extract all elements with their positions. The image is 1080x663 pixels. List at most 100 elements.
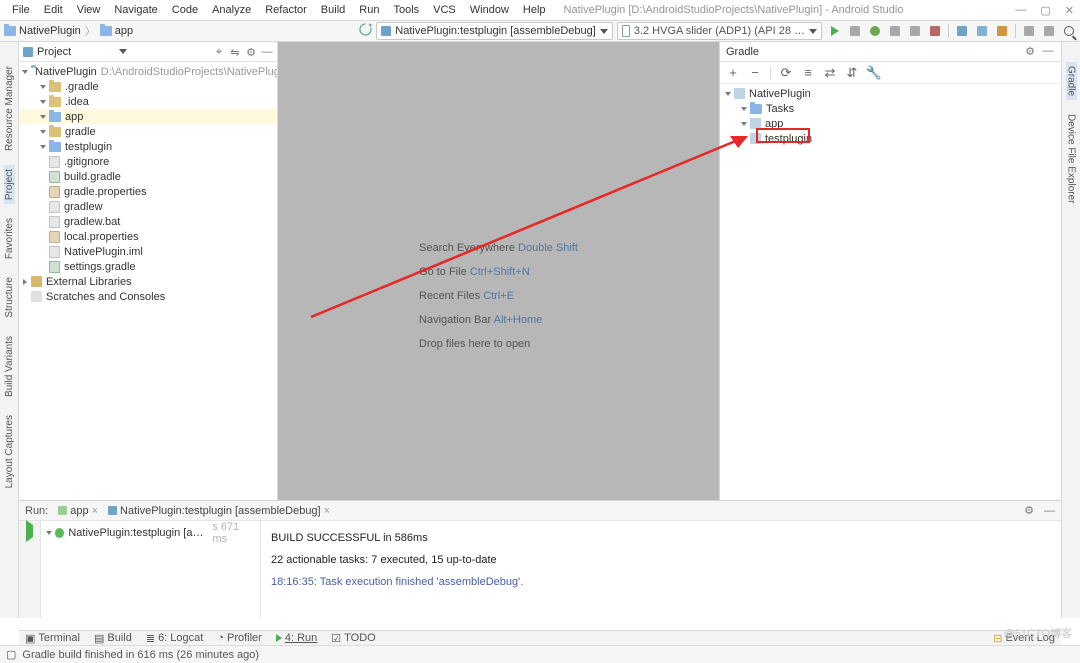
- tree-row[interactable]: gradlew.bat: [19, 214, 277, 229]
- chevron-down-icon[interactable]: [119, 49, 127, 54]
- hide-button[interactable]: —: [1044, 505, 1055, 517]
- tree-row[interactable]: .idea: [19, 94, 277, 109]
- expand-icon[interactable]: [46, 531, 52, 535]
- settings-button[interactable]: ⚙: [245, 46, 257, 58]
- gradle-tree-row[interactable]: app: [720, 116, 1061, 131]
- project-panel-title[interactable]: Project: [37, 46, 115, 58]
- settings-button[interactable]: ⚙: [1024, 504, 1034, 517]
- close-icon[interactable]: ×: [324, 505, 330, 517]
- rail-structure[interactable]: Structure: [4, 273, 15, 322]
- rail-favorites[interactable]: Favorites: [4, 214, 15, 263]
- tree-row[interactable]: NativePlugin.iml: [19, 244, 277, 259]
- menu-navigate[interactable]: Navigate: [108, 2, 163, 18]
- wrench-button[interactable]: 🔧: [867, 66, 881, 80]
- expand-all-button[interactable]: ≡: [801, 66, 815, 80]
- menu-refactor[interactable]: Refactor: [259, 2, 313, 18]
- tab-terminal[interactable]: ▣Terminal: [25, 632, 80, 645]
- run-console-output[interactable]: BUILD SUCCESSFUL in 586ms 22 actionable …: [261, 521, 1061, 618]
- rail-gradle[interactable]: Gradle: [1066, 62, 1077, 100]
- expand-icon[interactable]: [40, 130, 46, 134]
- gradle-tree-row[interactable]: Tasks: [720, 101, 1061, 116]
- expand-icon[interactable]: [40, 145, 46, 149]
- tab-logcat[interactable]: ≣6: Logcat: [146, 632, 203, 645]
- breadcrumb-seg-app[interactable]: app: [100, 25, 133, 37]
- run-config-select[interactable]: NativePlugin:testplugin [assembleDebug]: [376, 22, 613, 40]
- tab-run[interactable]: 4: Run: [276, 632, 317, 644]
- menu-build[interactable]: Build: [315, 2, 351, 18]
- tree-row[interactable]: local.properties: [19, 229, 277, 244]
- stop-button[interactable]: [928, 24, 942, 38]
- tree-row[interactable]: gradle: [19, 124, 277, 139]
- tab-profiler[interactable]: ◔Profiler: [217, 632, 262, 644]
- layout-button[interactable]: [995, 24, 1009, 38]
- menu-run[interactable]: Run: [353, 2, 385, 18]
- avd-button[interactable]: [955, 24, 969, 38]
- remove-button[interactable]: −: [748, 66, 762, 80]
- window-minimize-button[interactable]: —: [1015, 4, 1026, 17]
- menu-code[interactable]: Code: [166, 2, 204, 18]
- tab-build[interactable]: ▤Build: [94, 632, 132, 645]
- tree-row[interactable]: gradle.properties: [19, 184, 277, 199]
- search-button[interactable]: [1062, 24, 1076, 38]
- tree-scratches[interactable]: Scratches and Consoles: [19, 289, 277, 304]
- attach-button[interactable]: [908, 24, 922, 38]
- tree-row[interactable]: .gitignore: [19, 154, 277, 169]
- menu-edit[interactable]: Edit: [38, 2, 69, 18]
- settings-button[interactable]: ⚙: [1023, 45, 1037, 59]
- window-close-button[interactable]: ✕: [1065, 4, 1074, 17]
- menu-view[interactable]: View: [71, 2, 107, 18]
- expand-icon[interactable]: [23, 279, 27, 285]
- expand-icon[interactable]: [40, 85, 46, 89]
- gradle-tree-row[interactable]: NativePlugin: [720, 86, 1061, 101]
- add-button[interactable]: +: [726, 66, 740, 80]
- rail-resource-manager[interactable]: Resource Manager: [4, 62, 15, 155]
- help-button[interactable]: [1042, 24, 1056, 38]
- menu-analyze[interactable]: Analyze: [206, 2, 257, 18]
- link-button[interactable]: ⇄: [823, 66, 837, 80]
- menu-tools[interactable]: Tools: [387, 2, 425, 18]
- run-tab[interactable]: app ×: [58, 505, 98, 517]
- expand-icon[interactable]: [725, 92, 731, 96]
- rail-layout-captures[interactable]: Layout Captures: [4, 411, 15, 492]
- menu-window[interactable]: Window: [464, 2, 515, 18]
- window-maximize-button[interactable]: ▢: [1040, 4, 1050, 17]
- rail-project[interactable]: Project: [4, 165, 15, 204]
- expand-icon[interactable]: [40, 100, 46, 104]
- menu-file[interactable]: File: [6, 2, 36, 18]
- breadcrumb-seg-project[interactable]: NativePlugin: [4, 25, 81, 37]
- collapse-button[interactable]: ⇋: [229, 46, 241, 58]
- tree-row[interactable]: .gradle: [19, 79, 277, 94]
- run-tab[interactable]: NativePlugin:testplugin [assembleDebug] …: [108, 505, 330, 517]
- expand-icon[interactable]: [741, 107, 747, 111]
- tree-row[interactable]: build.gradle: [19, 169, 277, 184]
- device-select[interactable]: 3.2 HVGA slider (ADP1) (API 28 …: [617, 22, 822, 40]
- refresh-button[interactable]: ⟳: [779, 66, 793, 80]
- tree-row[interactable]: settings.gradle: [19, 259, 277, 274]
- hide-button[interactable]: —: [1041, 45, 1055, 59]
- menu-help[interactable]: Help: [517, 2, 552, 18]
- close-icon[interactable]: ×: [92, 505, 98, 517]
- rerun-button[interactable]: [26, 525, 33, 537]
- locate-button[interactable]: ⌖: [213, 46, 225, 58]
- tree-ext-libraries[interactable]: External Libraries: [19, 274, 277, 289]
- tree-row[interactable]: app: [19, 109, 277, 124]
- expand-icon[interactable]: [40, 115, 46, 119]
- tree-row[interactable]: gradlew: [19, 199, 277, 214]
- apply-changes-button[interactable]: [848, 24, 862, 38]
- sync-icon[interactable]: [359, 23, 372, 39]
- expand-icon[interactable]: [22, 70, 28, 74]
- tree-row[interactable]: testplugin: [19, 139, 277, 154]
- expand-icon[interactable]: [741, 122, 747, 126]
- run-task-row[interactable]: NativePlugin:testplugin [assembleDebug]:…: [47, 525, 254, 540]
- profile-button[interactable]: [888, 24, 902, 38]
- menu-vcs[interactable]: VCS: [427, 2, 462, 18]
- hide-button[interactable]: —: [261, 46, 273, 58]
- tab-todo[interactable]: ☑TODO: [331, 632, 375, 645]
- rail-device-file-explorer[interactable]: Device File Explorer: [1066, 110, 1077, 207]
- settings-button[interactable]: [1022, 24, 1036, 38]
- gradle-tree-row[interactable]: testplugin: [720, 131, 1061, 146]
- rail-build-variants[interactable]: Build Variants: [4, 332, 15, 401]
- task-button[interactable]: ⇵: [845, 66, 859, 80]
- status-corner-icon[interactable]: ▢: [6, 648, 16, 661]
- sdk-button[interactable]: [975, 24, 989, 38]
